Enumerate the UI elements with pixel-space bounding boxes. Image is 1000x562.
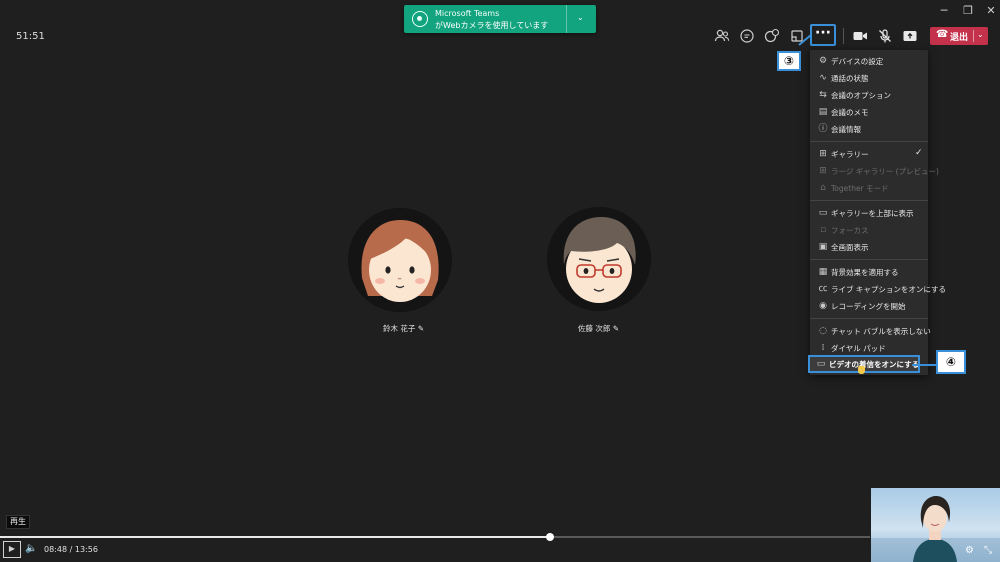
participant-avatar-male[interactable]: [547, 207, 651, 311]
sliders-icon: ⇆: [819, 90, 827, 100]
menu-item-gallery[interactable]: ⊞ ギャラリー ✓: [810, 146, 928, 162]
menu-item-large-gallery: ⊞ ラージ ギャラリー (プレビュー): [810, 163, 939, 179]
menu-item-label: 会議のメモ: [831, 108, 869, 117]
participant-name: 鈴木 花子 ✎: [383, 324, 425, 333]
pulse-icon: ∿: [819, 73, 827, 83]
camera-icon[interactable]: [851, 27, 869, 45]
background-effect-icon: ▦: [818, 267, 828, 277]
menu-item-gallery-top[interactable]: ▭ ギャラリーを上部に表示: [810, 205, 928, 221]
menu-item-label: レコーディングを開始: [831, 302, 906, 311]
menu-item-live-captions[interactable]: ㏄ ライブ キャプションをオンにする: [810, 281, 945, 297]
menu-item-label: デバイスの設定: [831, 57, 884, 66]
record-icon: ◉: [819, 301, 827, 311]
fullscreen-icon: ▣: [818, 242, 828, 252]
presenter-video: [871, 488, 1000, 562]
menu-divider: [810, 259, 928, 260]
close-icon[interactable]: ✕: [983, 3, 999, 19]
together-icon: ⌂: [820, 183, 826, 193]
leave-divider: [973, 30, 974, 42]
mic-off-icon: ✎: [417, 324, 425, 333]
step-3-callout: ③: [777, 51, 801, 71]
toolbar-divider: [843, 28, 844, 44]
chat-bubble-icon: ◌: [819, 326, 827, 336]
menu-item-fullscreen[interactable]: ▣ 全画面表示: [810, 239, 928, 255]
notification-divider: [566, 5, 567, 33]
play-button[interactable]: ▶: [3, 541, 21, 558]
more-options-menu: ⚙ デバイスの設定 ∿ 通話の状態 ⇆ 会議のオプション ▤ 会議のメモ ⓘ 会…: [808, 50, 946, 375]
webcam-icon: [412, 11, 428, 27]
chat-icon[interactable]: [738, 27, 756, 45]
menu-item-label: ギャラリーを上部に表示: [831, 209, 914, 218]
play-tooltip: 再生: [6, 515, 30, 529]
focus-icon: ▫: [819, 225, 827, 235]
menu-item-label: チャット バブルを表示しない: [831, 327, 931, 336]
mouse-pointer-icon: [858, 366, 865, 374]
menu-item-label: 通話の状態: [831, 74, 869, 83]
mic-off-icon[interactable]: [876, 27, 894, 45]
chevron-down-icon[interactable]: ⌄: [977, 30, 984, 39]
menu-item-label: 背景効果を適用する: [831, 268, 899, 277]
minimize-icon[interactable]: ─: [936, 3, 952, 19]
menu-item-dial-pad[interactable]: ⁞ ダイヤル パッド: [810, 340, 928, 356]
menu-item-label: ギャラリー: [831, 150, 869, 159]
mic-off-icon: ✎: [612, 324, 620, 333]
menu-item-label: ライブ キャプションをオンにする: [831, 285, 946, 294]
menu-divider: [810, 318, 928, 319]
menu-item-call-health[interactable]: ∿ 通話の状態: [810, 70, 928, 86]
people-icon[interactable]: [713, 27, 731, 45]
share-screen-icon[interactable]: [901, 27, 919, 45]
menu-item-label: Together モード: [831, 184, 889, 193]
progress-handle[interactable]: [545, 533, 554, 541]
video-progress-bar[interactable]: [0, 533, 870, 541]
menu-divider: [810, 141, 928, 142]
menu-item-label: ダイヤル パッド: [831, 344, 886, 353]
notification-message: がWebカメラを使用しています: [435, 21, 549, 30]
menu-item-label: ラージ ギャラリー (プレビュー): [831, 167, 939, 176]
menu-item-label: 会議情報: [831, 125, 861, 134]
callout-connector: [912, 364, 938, 366]
maximize-icon[interactable]: ❐: [960, 3, 976, 19]
menu-item-label: 会議のオプション: [831, 91, 891, 100]
menu-item-label: 全画面表示: [831, 243, 869, 252]
progress-fill: [0, 536, 550, 538]
note-icon: ▤: [818, 107, 828, 117]
caption-icon: ㏄: [818, 284, 828, 294]
menu-divider: [810, 200, 928, 201]
check-icon: ✓: [915, 148, 923, 158]
notification-app-name: Microsoft Teams: [435, 9, 500, 18]
info-icon: ⓘ: [818, 124, 828, 134]
menu-item-label: フォーカス: [831, 226, 869, 235]
gear-icon[interactable]: ⚙: [965, 545, 974, 556]
gallery-top-icon: ▭: [818, 208, 828, 218]
gear-icon: ⚙: [818, 56, 828, 66]
large-gallery-icon: ⊞: [819, 166, 827, 176]
participant-name: 佐藤 次郎 ✎: [578, 324, 620, 333]
menu-item-chat-bubbles[interactable]: ◌ チャット バブルを表示しない: [810, 323, 931, 339]
menu-item-meeting-options[interactable]: ⇆ 会議のオプション: [810, 87, 928, 103]
leave-button[interactable]: ☎ 退出 ⌄: [930, 27, 988, 45]
menu-item-start-recording[interactable]: ◉ レコーディングを開始: [810, 298, 928, 314]
menu-item-meeting-info[interactable]: ⓘ 会議情報: [810, 121, 928, 137]
leave-label: 退出: [950, 33, 969, 43]
step-4-callout: ④: [936, 350, 966, 374]
playback-time: 08:48 / 13:56: [44, 545, 98, 554]
minimize-pip-icon[interactable]: ⤡: [984, 545, 992, 556]
phone-hangup-icon: ☎: [936, 29, 949, 40]
webcam-notification[interactable]: Microsoft Teams がWebカメラを使用しています: [404, 5, 596, 33]
video-off-icon: ▭: [816, 359, 826, 369]
gallery-icon: ⊞: [819, 149, 827, 159]
menu-item-meeting-notes[interactable]: ▤ 会議のメモ: [810, 104, 928, 120]
menu-item-device-settings[interactable]: ⚙ デバイスの設定: [810, 53, 928, 69]
reactions-icon[interactable]: [763, 27, 781, 45]
menu-item-label: ビデオの着信をオンにする: [829, 360, 920, 369]
more-options-button[interactable]: ···: [810, 24, 836, 46]
menu-item-background-effects[interactable]: ▦ 背景効果を適用する: [810, 264, 928, 280]
chevron-down-icon[interactable]: ⌄: [577, 13, 584, 22]
menu-item-together-mode: ⌂ Together モード: [810, 180, 928, 196]
dialpad-icon: ⁞: [821, 343, 825, 353]
menu-item-focus: ▫ フォーカス: [810, 222, 928, 238]
volume-icon[interactable]: 🔈: [25, 543, 37, 554]
meeting-timer: 51:51: [16, 31, 45, 42]
participant-avatar-female[interactable]: [348, 208, 452, 312]
